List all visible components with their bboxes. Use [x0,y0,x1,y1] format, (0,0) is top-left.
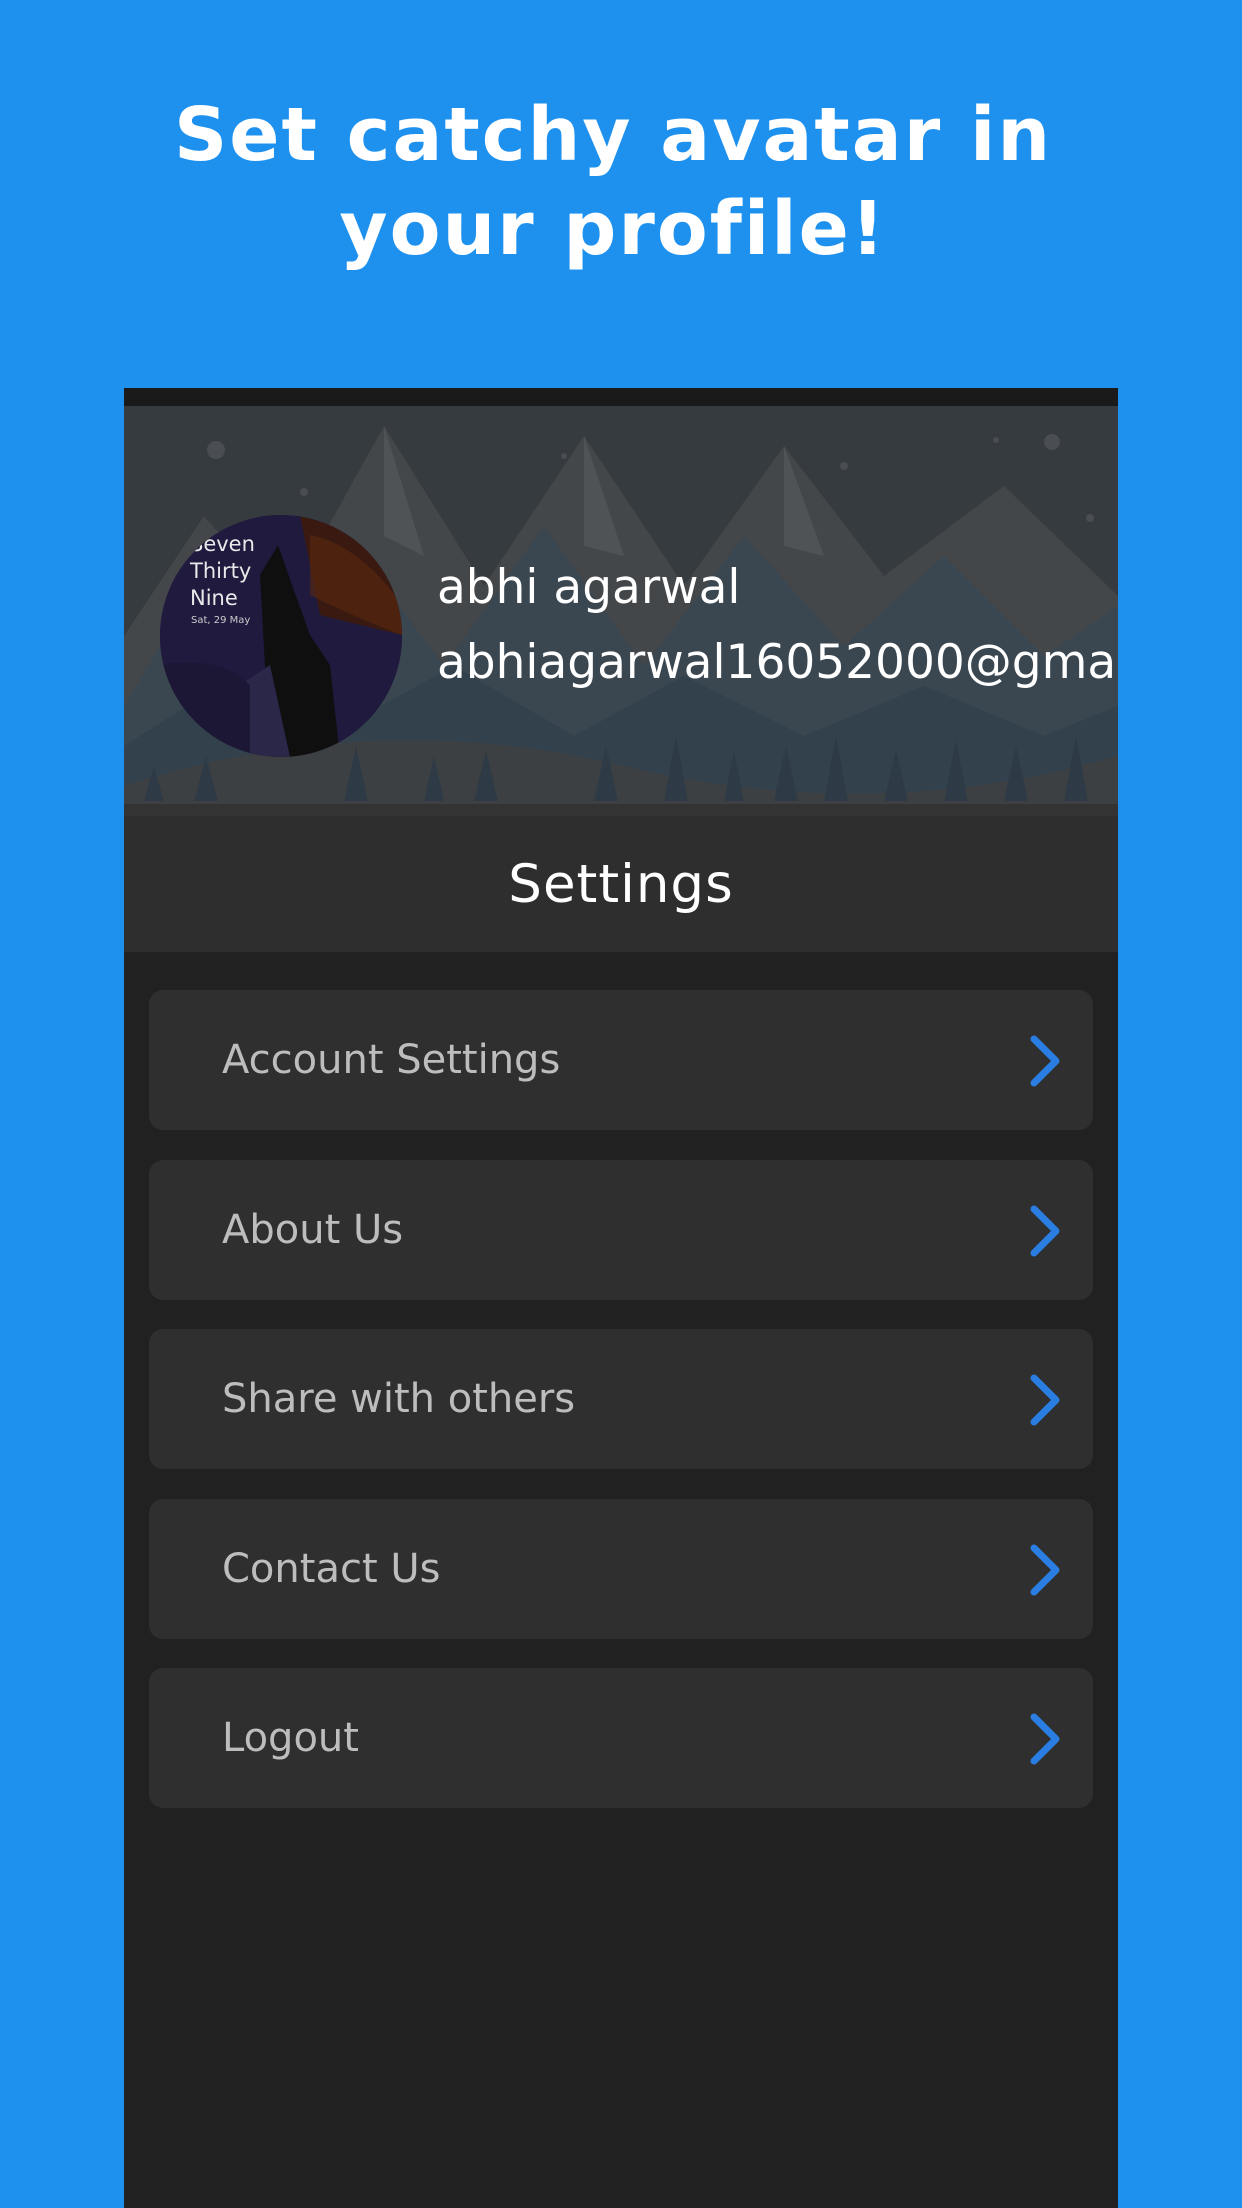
menu-item-label: About Us [222,1207,404,1253]
menu-item-label: Account Settings [222,1037,561,1083]
avatar-caption: Seven Thirty Nine [190,532,255,610]
status-bar [124,388,1118,406]
menu-item-label: Contact Us [222,1546,441,1592]
promo-title: Set catchy avatar in your profile! [173,92,1053,272]
chevron-right-icon [1030,1035,1060,1087]
chevron-right-icon [1030,1544,1060,1596]
menu-item-account-settings[interactable]: Account Settings [149,990,1093,1130]
menu-item-label: Logout [222,1715,359,1761]
chevron-right-icon [1030,1205,1060,1257]
settings-title: Settings [508,853,734,915]
user-email: abhiagarwal16052000@gma [437,635,1117,690]
settings-header: Settings [124,816,1118,952]
menu-item-logout[interactable]: Logout [149,1668,1093,1808]
menu-item-label: Share with others [222,1376,576,1422]
chevron-right-icon [1030,1374,1060,1426]
chevron-right-icon [1030,1713,1060,1765]
menu-item-contact-us[interactable]: Contact Us [149,1499,1093,1639]
avatar[interactable]: Seven Thirty Nine Sat, 29 May [160,515,402,757]
menu-item-share[interactable]: Share with others [149,1329,1093,1469]
phone-screen: Seven Thirty Nine Sat, 29 May abhi agarw… [124,388,1118,2208]
screenshot-page: Set catchy avatar in your profile! Seven… [0,0,1242,2208]
avatar-date: Sat, 29 May [191,615,251,626]
user-name: abhi agarwal [437,560,741,615]
menu-item-about-us[interactable]: About Us [149,1160,1093,1300]
